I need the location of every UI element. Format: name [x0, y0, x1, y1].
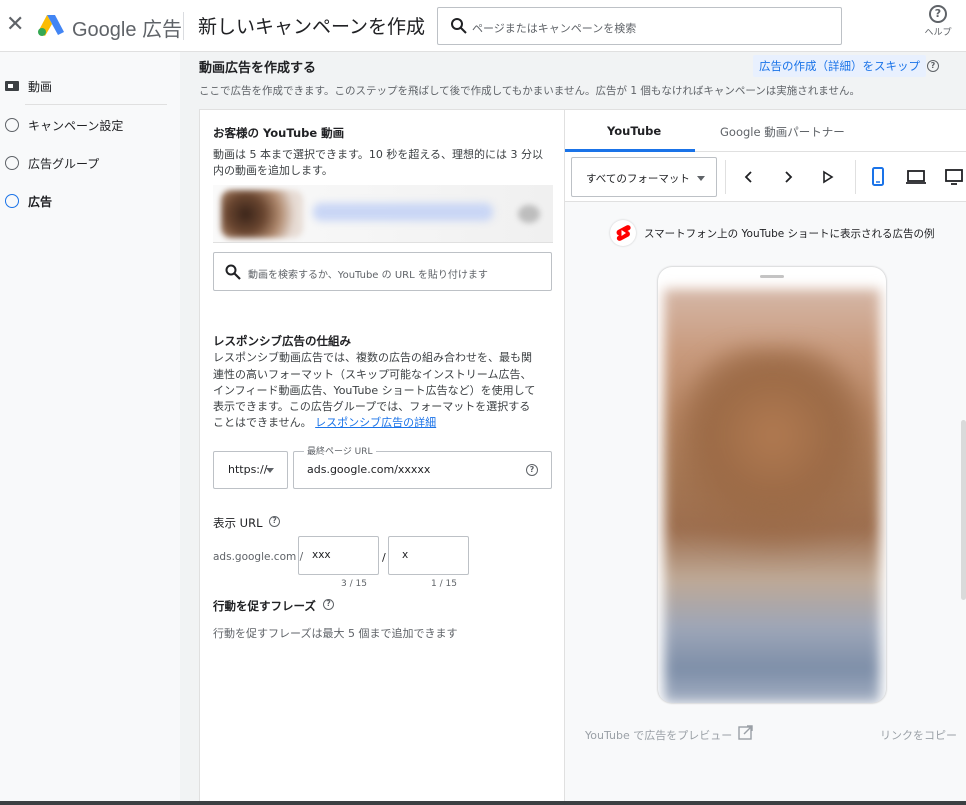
sidebar-item-label: 動画 — [28, 80, 53, 94]
close-icon[interactable]: ✕ — [6, 12, 24, 38]
tab-youtube[interactable]: YouTube — [607, 124, 661, 138]
format-select-value: すべてのフォーマット — [586, 173, 690, 185]
sidebar-item-label: キャンペーン設定 — [28, 119, 124, 133]
search-placeholder: ページまたはキャンペーンを検索 — [472, 22, 637, 35]
sidebar-item-video[interactable]: 動画 — [0, 69, 170, 103]
path2-char-counter: 1 / 15 — [431, 579, 457, 589]
help-icon[interactable]: ? — [927, 60, 939, 72]
video-search-input[interactable]: 動画を検索するか、YouTube の URL を貼り付けます — [213, 252, 552, 291]
display-path1-value: xxx — [312, 549, 331, 561]
video-thumbnail — [221, 190, 303, 238]
google-ads-logo — [38, 15, 64, 36]
cta-title: 行動を促すフレーズ — [213, 599, 316, 613]
dropdown-arrow-icon — [697, 176, 705, 181]
toolbar-divider — [855, 160, 856, 194]
bottom-edge — [0, 801, 966, 805]
responsive-text-line: 連性の高いフォーマット（スキップ可能なインストリーム広告、 — [213, 368, 532, 381]
help-icon[interactable]: ? — [323, 599, 334, 610]
phone-preview — [658, 267, 886, 703]
display-path1-field[interactable]: xxx — [298, 536, 379, 575]
protocol-value: https:// — [228, 463, 268, 476]
preview-on-youtube-link[interactable]: YouTube で広告をプレビュー — [585, 727, 732, 743]
play-icon[interactable] — [817, 167, 837, 187]
protocol-select[interactable]: https:// — [213, 451, 288, 489]
tv-device-icon[interactable] — [944, 167, 964, 187]
sidebar-item-ad-group[interactable]: 広告グループ — [0, 146, 170, 180]
display-url-base: ads.google.com / — [213, 551, 304, 563]
final-url-field[interactable]: 最終ページ URL ads.google.com/xxxxx ? — [293, 444, 552, 489]
top-bar: ✕ Google 広告 新しいキャンペーンを作成 ページまたはキャンペーンを検索… — [0, 0, 966, 52]
step-circle-icon — [5, 156, 19, 170]
help-icon[interactable]: ? — [526, 464, 538, 476]
help-label: ヘルプ — [924, 28, 952, 38]
selected-video-item[interactable] — [213, 185, 553, 243]
step-circle-icon — [5, 194, 19, 208]
preview-caption-text: スマートフォン上の YouTube ショートに表示される広告の例 — [644, 228, 935, 240]
desktop-device-icon[interactable] — [906, 167, 926, 187]
preview-tabs: YouTube Google 動画パートナー — [565, 110, 966, 152]
sidebar-item-campaign-settings[interactable]: キャンペーン設定 — [0, 108, 170, 142]
responsive-text-line: ことはできません。 — [213, 416, 312, 429]
tab-google-video-partners[interactable]: Google 動画パートナー — [720, 124, 845, 140]
brand-divider — [183, 12, 184, 40]
final-url-label: 最終ページ URL — [304, 444, 376, 457]
step-circle-icon — [5, 118, 19, 132]
video-section-title: お客様の YouTube 動画 — [213, 126, 345, 140]
next-icon[interactable] — [778, 167, 798, 187]
sidebar-divider — [25, 104, 167, 105]
display-url-title: 表示 URL — [213, 516, 263, 530]
video-section-desc-line2: 内の動画を追加します。 — [213, 164, 333, 177]
sidebar-item-label: 広告グループ — [28, 157, 100, 171]
dropdown-arrow-icon — [266, 468, 274, 473]
scrollbar[interactable] — [961, 420, 966, 600]
open-in-new-icon[interactable] — [738, 725, 753, 740]
preview-toolbar: すべてのフォーマット — [565, 152, 966, 202]
final-url-value: ads.google.com/xxxxx — [307, 463, 431, 476]
ad-form-panel: お客様の YouTube 動画 動画は 5 本まで選択できます。10 秒を超える… — [199, 109, 565, 805]
search-input[interactable]: ページまたはキャンペーンを検索 — [437, 7, 842, 45]
display-path2-value: x — [402, 549, 409, 561]
previous-icon[interactable] — [739, 167, 759, 187]
video-section-desc-line1: 動画は 5 本まで選択できます。10 秒を超える、理想的には 3 分以 — [213, 148, 544, 161]
toolbar-divider — [725, 160, 726, 194]
help-icon: ? — [929, 5, 947, 23]
video-icon — [5, 81, 19, 91]
responsive-section-title: レスポンシブ広告の仕組み — [213, 334, 351, 348]
help-icon[interactable]: ? — [269, 516, 280, 527]
section-title: 動画広告を作成する — [199, 61, 317, 76]
path1-char-counter: 3 / 15 — [341, 579, 367, 589]
ad-preview-image-overlay — [678, 347, 868, 567]
search-icon — [225, 264, 241, 280]
video-title-blurred — [313, 203, 493, 221]
responsive-text-line: 表示できます。この広告グループでは、フォーマットを選択する — [213, 400, 531, 413]
sidebar-item-ads[interactable]: 広告 — [0, 184, 170, 218]
page-title: 新しいキャンペーンを作成 — [198, 16, 426, 38]
responsive-text-line: インフィード動画広告、YouTube ショート広告など）を使用して — [213, 384, 536, 397]
format-select[interactable]: すべてのフォーマット — [571, 157, 717, 197]
preview-caption: スマートフォン上の YouTube ショートに表示される広告の例 — [610, 220, 950, 246]
copy-link-button[interactable]: リンクをコピー — [880, 727, 957, 743]
responsive-ads-details-link[interactable]: レスポンシブ広告の詳細 — [315, 416, 436, 429]
video-search-placeholder: 動画を検索するか、YouTube の URL を貼り付けます — [248, 270, 488, 281]
sidebar-item-label: 広告 — [28, 195, 53, 209]
help-button[interactable]: ? ヘルプ — [918, 5, 958, 38]
brand-name: Google 広告 — [72, 19, 183, 41]
section-description: ここで広告を作成できます。このステップを飛ばして後で作成してもかまいません。広告… — [199, 85, 860, 97]
phone-notch — [760, 275, 784, 278]
sidebar: 動画 キャンペーン設定 広告グループ 広告 — [0, 52, 180, 805]
skip-ad-creation-button[interactable]: 広告の作成（詳細）をスキップ — [753, 55, 926, 77]
mobile-device-icon[interactable] — [868, 167, 888, 187]
remove-video-icon[interactable] — [518, 205, 540, 223]
responsive-text-line-last: ことはできません。 レスポンシブ広告の詳細 — [213, 414, 436, 431]
ad-preview-panel: YouTube Google 動画パートナー すべてのフォーマット スマートフォ… — [564, 109, 966, 805]
display-path2-field[interactable]: x — [388, 536, 469, 575]
cta-description: 行動を促すフレーズは最大 5 個まで追加できます — [213, 627, 458, 640]
responsive-text-line: レスポンシブ動画広告では、複数の広告の組み合わせを、最も関 — [213, 351, 532, 364]
path-separator: / — [382, 551, 386, 564]
search-icon — [451, 18, 467, 34]
youtube-shorts-icon — [610, 220, 636, 246]
